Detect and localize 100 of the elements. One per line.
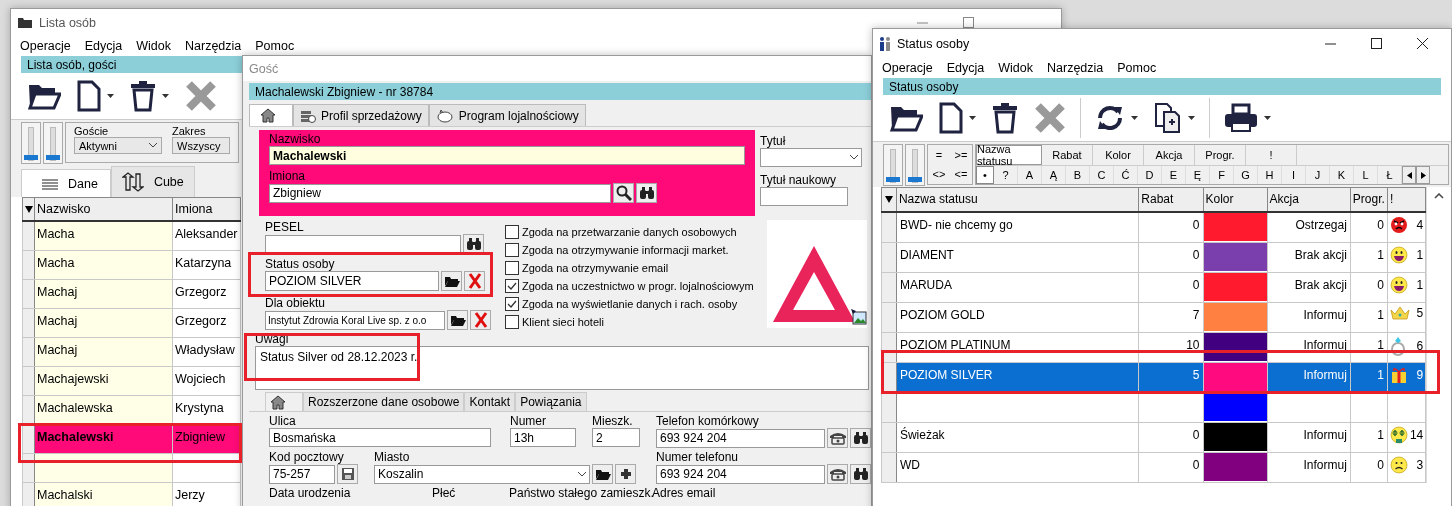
form-tab[interactable]: Kontakt (464, 392, 516, 411)
filter-tab[interactable]: Nazwa statusu (976, 145, 1042, 165)
city-dropdown[interactable]: Koszalin (374, 464, 590, 484)
vertical-slider[interactable] (43, 122, 63, 164)
scroll-right-icon[interactable] (1420, 171, 1426, 179)
mobile-field[interactable]: 693 924 204 (656, 428, 826, 448)
table-row[interactable]: WD 0 Informuj 0 3 (881, 452, 1426, 483)
facility-field[interactable]: Instytut Zdrowia Koral Live sp. z o.o (265, 310, 445, 330)
field-label: Miasto (374, 450, 411, 464)
menu-item[interactable]: Operacje (13, 39, 78, 53)
form-tab[interactable]: Powiązania (515, 392, 587, 411)
table-row[interactable]: Świeżak 0 Informuj 1 14 (881, 422, 1426, 453)
column-header[interactable]: ! (1387, 187, 1426, 212)
table-row[interactable]: BWD- nie chcemy go 0 Ostrzegaj 0 4 (881, 211, 1426, 243)
menu-item[interactable]: Pomoc (248, 39, 302, 53)
operator-button[interactable]: <> (928, 164, 950, 184)
column-header[interactable]: Rabat (1138, 187, 1203, 212)
slider-thumb[interactable] (24, 155, 38, 160)
column-header[interactable]: Progr. (1350, 187, 1388, 212)
table-row[interactable]: POZIOM PLATINUM 10 Informuj 1 6 (881, 332, 1426, 363)
table-row[interactable]: MARUDA 0 Brak akcji 0 1 (881, 272, 1426, 303)
vertical-slider[interactable] (905, 144, 925, 186)
slider-thumb[interactable] (46, 155, 60, 160)
find-button[interactable] (850, 464, 871, 484)
title-dropdown[interactable] (760, 148, 862, 167)
checkbox[interactable] (505, 297, 519, 311)
search-button[interactable] (613, 183, 634, 203)
vertical-slider[interactable] (21, 122, 41, 164)
find-button[interactable] (463, 234, 484, 254)
filter-dropdown[interactable]: Wszyscy (172, 137, 230, 154)
flat-field[interactable]: 2 (592, 428, 640, 447)
checkbox[interactable] (505, 225, 519, 239)
menu-item[interactable]: Widok (991, 61, 1040, 75)
scroll-up-icon[interactable] (1434, 193, 1445, 199)
angry-face-icon (1389, 215, 1408, 234)
table-cell: Machaj (37, 285, 78, 299)
number-field[interactable]: 13h (510, 428, 576, 447)
field-label: Płeć (432, 486, 457, 500)
view-tab[interactable]: Cube (110, 166, 195, 197)
postcode-field[interactable]: 75-257 (269, 464, 335, 484)
view-tab[interactable]: Dane (21, 169, 111, 197)
status-field[interactable]: POZIOM SILVER (265, 271, 439, 291)
phone-field[interactable]: 693 924 204 (656, 464, 826, 484)
sad-face-icon (1389, 455, 1408, 474)
table-row[interactable] (881, 392, 1426, 423)
vertical-slider[interactable] (883, 144, 903, 186)
menu-item[interactable]: Operacje (875, 61, 940, 75)
find-button[interactable] (850, 428, 871, 448)
academic-title-field[interactable] (760, 187, 848, 206)
menu-item[interactable]: Edycja (939, 61, 992, 75)
scroll-left-icon[interactable] (1406, 171, 1412, 179)
filter-dropdown[interactable]: Aktywni (74, 137, 162, 154)
column-header[interactable]: Akcja (1267, 187, 1351, 212)
operator-button[interactable]: >= (950, 145, 972, 164)
slider-thumb[interactable] (886, 177, 900, 182)
street-field[interactable]: Bosmańska (269, 428, 491, 447)
clear-button[interactable] (470, 310, 491, 330)
column-header[interactable]: Nazwisko (34, 197, 173, 221)
form-tab[interactable] (249, 104, 293, 126)
table-row[interactable]: POZIOM SILVER 5 Informuj 1 9 (881, 362, 1426, 393)
trash-icon (130, 80, 156, 112)
table-cell: Macha (37, 256, 75, 270)
browse-button[interactable] (447, 310, 468, 330)
field-label: Numer (510, 414, 547, 428)
checkbox[interactable] (505, 279, 519, 293)
slider-thumb[interactable] (908, 177, 922, 182)
form-tab[interactable]: Profil sprzedażowy (293, 104, 429, 126)
call-button[interactable] (827, 428, 849, 448)
table-row[interactable]: POZIOM GOLD 7 Informuj 1 5 (881, 302, 1426, 333)
operator-button[interactable]: = (928, 145, 950, 164)
browse-button[interactable] (441, 271, 462, 291)
letter-filter[interactable]: • (976, 166, 994, 184)
form-tab[interactable] (265, 392, 303, 411)
add-button[interactable] (615, 464, 636, 484)
checkbox[interactable] (505, 261, 519, 275)
column-header[interactable]: Nazwa statusu (896, 187, 1139, 212)
maximize-icon[interactable] (1370, 38, 1382, 49)
find-button[interactable] (636, 183, 657, 203)
notes-field[interactable]: Status Silver od 28.12.2023 r. (255, 346, 869, 390)
menu-item[interactable]: Widok (129, 39, 178, 53)
menu-item[interactable]: Narzędzia (178, 39, 249, 53)
surname-field[interactable]: Machalewski (269, 146, 745, 165)
operator-button[interactable]: <= (950, 164, 972, 184)
column-header[interactable]: Kolor (1203, 187, 1268, 212)
column-header[interactable]: Imiona (172, 197, 241, 221)
menu-item[interactable]: Edycja (77, 39, 130, 53)
browse-button[interactable] (592, 464, 613, 484)
menu-item[interactable]: Pomoc (1110, 61, 1164, 75)
clear-button[interactable] (464, 271, 485, 291)
checkbox[interactable] (505, 243, 519, 257)
call-button[interactable] (827, 464, 849, 484)
form-tab[interactable]: Program lojalnościowy (428, 104, 586, 126)
form-tab[interactable]: Rozszerzone dane osobowe (303, 392, 465, 411)
table-row[interactable]: DIAMENT 0 Brak akcji 1 1 (881, 242, 1426, 273)
close-icon[interactable] (1416, 38, 1428, 49)
save-button[interactable] (337, 464, 358, 484)
table-cell: Ostrzegaj (1295, 217, 1347, 232)
table-row[interactable] (22, 453, 241, 483)
first-name-field[interactable]: Zbigniew (269, 183, 611, 203)
checkbox[interactable] (505, 315, 519, 329)
